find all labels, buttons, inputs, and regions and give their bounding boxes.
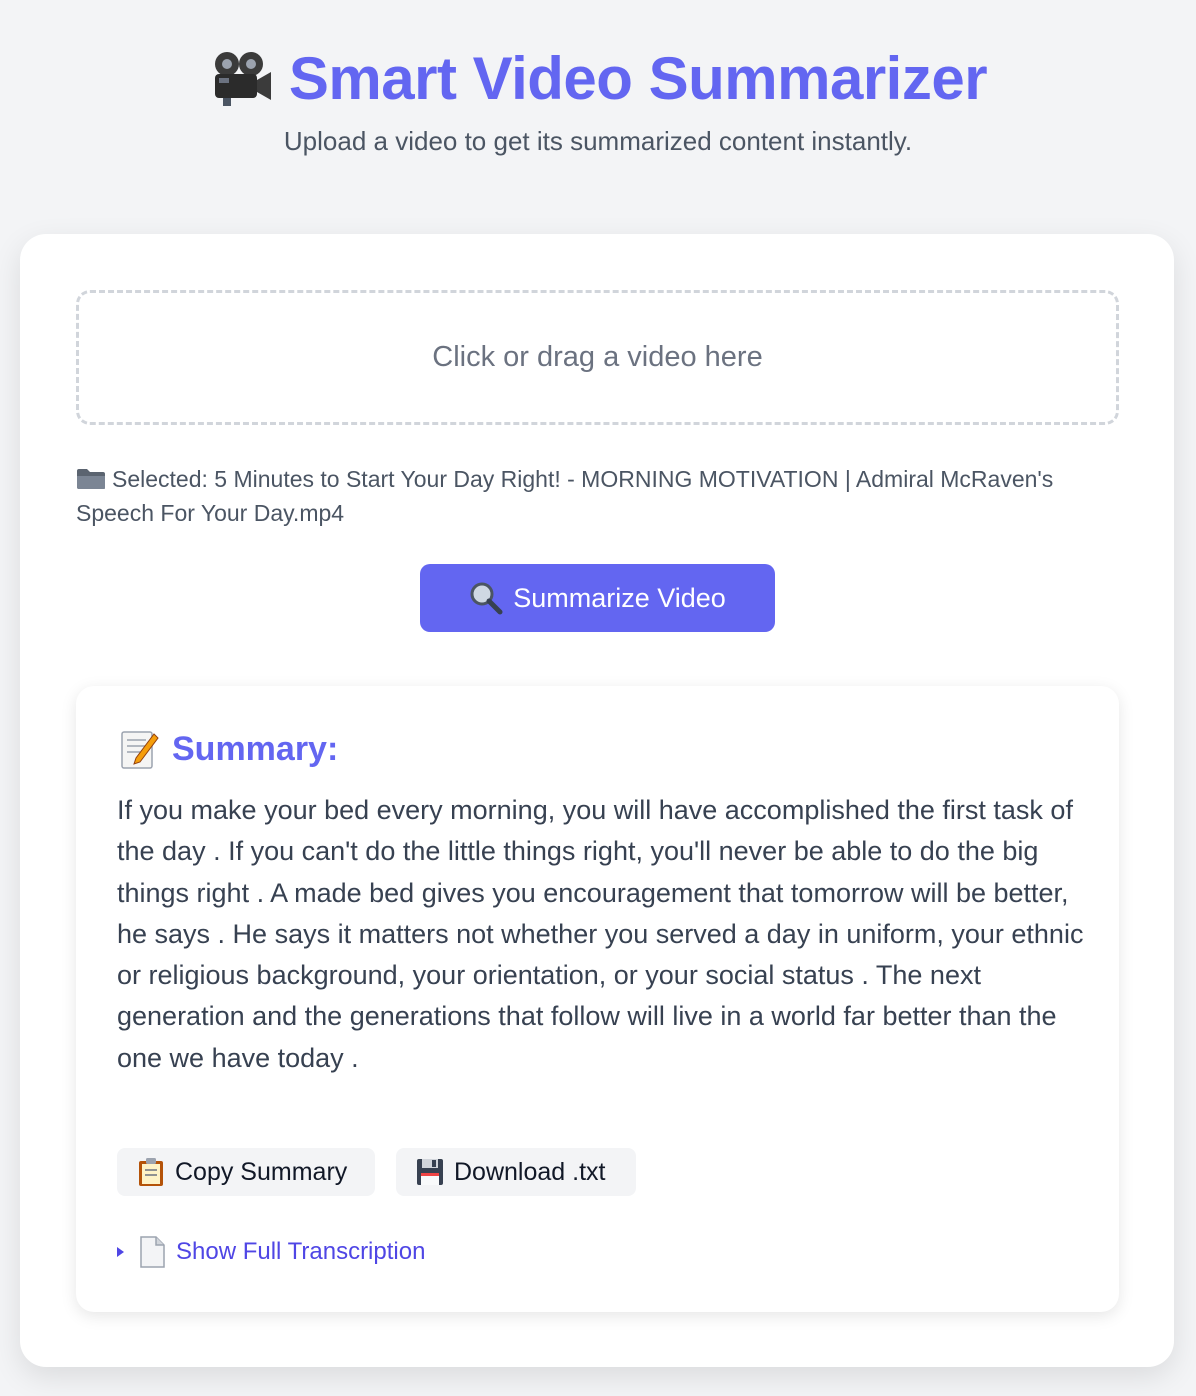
video-dropzone[interactable]: Click or drag a video here [76, 290, 1119, 425]
app-title: Smart Video Summarizer [288, 44, 988, 112]
page-title: Smart Video Summarizer [0, 42, 1196, 114]
folder-icon [77, 469, 105, 489]
summary-heading-text: Summary: [172, 729, 339, 768]
summarize-button-label: Summarize Video [513, 582, 726, 613]
copy-summary-label: Copy Summary [175, 1157, 348, 1186]
movie-camera-icon [214, 52, 271, 106]
page-icon [140, 1236, 165, 1268]
floppy-disk-icon [417, 1159, 443, 1185]
memo-icon [121, 731, 159, 769]
summary-card: Summary: If you make your bed every morn… [76, 686, 1119, 1312]
copy-summary-button[interactable]: Copy Summary [117, 1148, 375, 1196]
summary-text: If you make your bed every morning, you … [117, 795, 1084, 1073]
selected-file-info: Selected: 5 Minutes to Start Your Day Ri… [76, 462, 1086, 530]
page-header: Smart Video Summarizer Upload a video to… [0, 0, 1196, 157]
selected-file-text: Selected: 5 Minutes to Start Your Day Ri… [76, 466, 1054, 526]
download-txt-button[interactable]: Download .txt [396, 1148, 636, 1196]
summarize-video-button[interactable]: Summarize Video [420, 564, 775, 632]
summary-heading: Summary: [120, 728, 338, 770]
page-subtitle: Upload a video to get its summarized con… [283, 126, 913, 156]
show-transcription-toggle[interactable]: Show Full Transcription [117, 1236, 425, 1268]
show-transcription-label: Show Full Transcription [176, 1238, 426, 1265]
main-card: Click or drag a video here Selected: 5 M… [20, 234, 1174, 1367]
magnifier-icon [470, 582, 503, 615]
clipboard-icon [139, 1158, 163, 1186]
disclosure-triangle-icon [117, 1247, 124, 1257]
download-txt-label: Download .txt [454, 1157, 606, 1186]
dropzone-label: Click or drag a video here [432, 341, 763, 373]
